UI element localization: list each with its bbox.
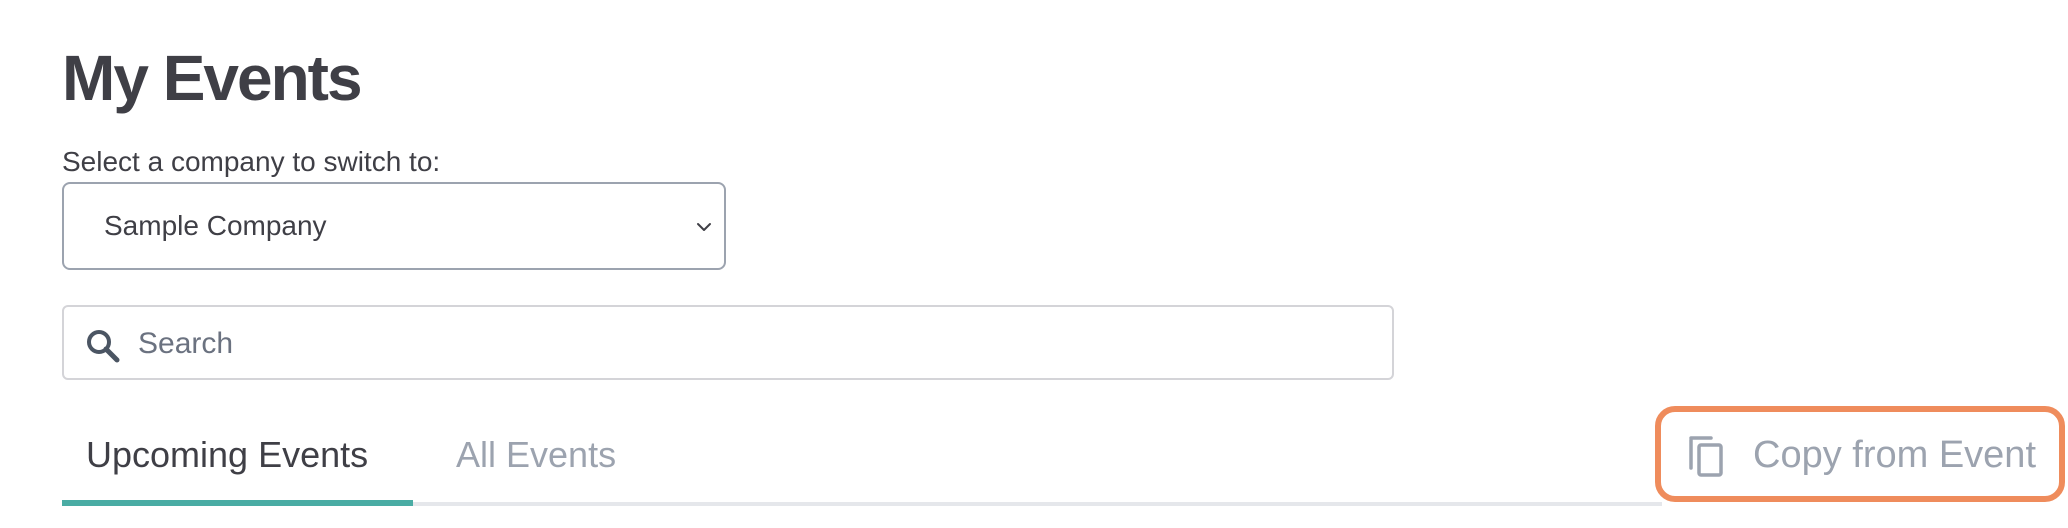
company-select-value: Sample Company — [104, 210, 327, 241]
search-input[interactable] — [136, 315, 1360, 373]
tab-all-events[interactable]: All Events — [456, 430, 616, 480]
search-box — [62, 305, 1394, 380]
search-icon — [87, 330, 120, 363]
event-tabs: Upcoming Events All Events — [62, 420, 1662, 506]
copy-icon — [1689, 436, 1723, 477]
events-page: My Events Select a company to switch to:… — [0, 0, 2068, 528]
copy-from-event-label: Copy from Event — [1753, 434, 2036, 476]
company-select-label: Select a company to switch to: — [62, 146, 441, 177]
tab-upcoming-events[interactable]: Upcoming Events — [86, 430, 368, 480]
copy-from-event-button[interactable]: Copy from Event — [1655, 406, 2065, 502]
company-select[interactable]: Sample Company — [62, 182, 726, 270]
active-tab-indicator — [62, 500, 413, 506]
page-title: My Events — [62, 42, 363, 114]
chevron-down-icon — [697, 223, 711, 231]
